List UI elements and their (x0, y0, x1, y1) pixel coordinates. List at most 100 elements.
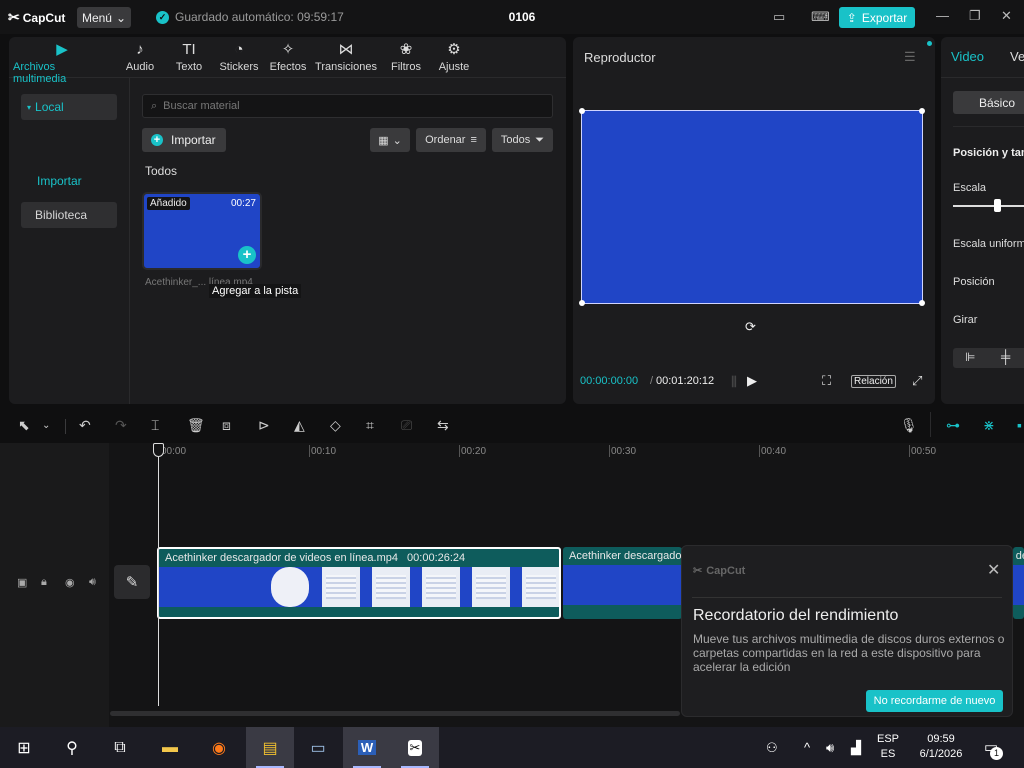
tab-adjust[interactable]: ⚙ Ajuste (435, 41, 473, 73)
fullscreen-icon[interactable]: ⤢ (912, 373, 922, 389)
restore-icon[interactable]: ❐ (969, 8, 981, 24)
clip-frame (472, 567, 510, 607)
magnet-icon[interactable]: ⋇ (983, 417, 995, 434)
file-explorer-icon[interactable]: ▬ (146, 727, 194, 768)
crop-icon[interactable]: ⌗ (366, 417, 374, 434)
system-clock[interactable]: 09:59 6/1/2026 (910, 732, 972, 762)
preview-axis-icon[interactable]: ▪ (1017, 417, 1022, 433)
close-icon[interactable]: ✕ (987, 560, 1000, 580)
hamburger-icon[interactable]: ☰ (904, 49, 916, 65)
word-icon[interactable]: W (343, 727, 391, 768)
layout-icon[interactable]: ▭ (773, 9, 785, 25)
undo-icon[interactable]: ↶ (79, 417, 91, 434)
remote-desktop-icon[interactable]: ▭ (294, 727, 342, 768)
close-window-icon[interactable]: ✕ (1001, 8, 1012, 24)
playhead[interactable] (158, 456, 159, 706)
import-button[interactable]: + Importar (142, 128, 226, 152)
people-icon[interactable]: ⚇ (766, 740, 778, 756)
divider (692, 597, 1002, 598)
dont-remind-button[interactable]: No recordarme de nuevo (866, 690, 1003, 712)
remove-bg-icon: ⎚ (401, 417, 413, 433)
cover-icon[interactable]: ▣ (17, 576, 27, 589)
filter-icon: ❀ (399, 41, 413, 58)
added-badge: Añadido (147, 197, 190, 210)
chevron-up-icon[interactable]: ^ (804, 740, 810, 755)
split-icon[interactable]: ⌶ (151, 417, 159, 434)
eye-icon[interactable]: ◉ (65, 576, 75, 589)
speaker-icon[interactable]: 🔊︎ (89, 576, 96, 589)
video-preview[interactable] (579, 108, 925, 306)
align-center-icon[interactable]: ╪ (1001, 349, 1010, 364)
capcut-taskbar-icon[interactable]: ✂ (391, 727, 439, 768)
reverse-icon[interactable]: ⊳ (258, 417, 270, 434)
rotate-icon[interactable]: ⟳ (745, 319, 756, 335)
fit-icon[interactable]: ⛶ (822, 373, 831, 389)
mirror-icon[interactable]: ◭ (294, 417, 305, 434)
view-mode-button[interactable]: ▦ ⌄ (370, 128, 410, 152)
add-to-track-icon[interactable]: + (238, 246, 256, 264)
upload-icon: ⇪ (846, 10, 857, 25)
align-left-icon[interactable]: ⊫ (965, 350, 975, 364)
sidebar-item-local[interactable]: ▾ Local (21, 94, 117, 120)
sidebar-item-import[interactable]: Importar (23, 168, 119, 194)
export-button[interactable]: ⇪ Exportar (839, 7, 915, 28)
microphone-icon[interactable]: 🎙 (900, 417, 918, 434)
volume-icon[interactable]: 🔊︎ (826, 740, 834, 756)
ruler-label: 00:00 (161, 446, 187, 457)
tab-effects[interactable]: ✧ Efectos (267, 41, 309, 73)
sidebar-item-library[interactable]: Biblioteca (21, 202, 117, 228)
timeline-scrollbar[interactable] (110, 711, 680, 716)
media-sidebar: ▾ Local Importar Biblioteca (9, 78, 130, 404)
clip-title: r de (1013, 550, 1024, 562)
lock-icon[interactable]: 🔒︎ (41, 576, 47, 589)
filter-button[interactable]: Todos ⏷ (492, 128, 553, 152)
minimize-icon[interactable]: — (936, 8, 949, 23)
freeze-icon[interactable]: ⧈ (222, 417, 231, 434)
resize-handle[interactable] (919, 108, 925, 114)
input-language[interactable]: ESP ES (876, 732, 900, 762)
status-dot (927, 41, 932, 46)
play-icon[interactable]: ▶ (747, 373, 757, 389)
timeline-clip[interactable]: r de (1013, 547, 1024, 619)
firefox-icon[interactable]: ◉ (195, 727, 243, 768)
project-name[interactable]: 0106 (490, 10, 554, 24)
tab-stickers[interactable]: ◔ Stickers (216, 41, 262, 73)
windows-start-icon[interactable]: ⊞ (0, 727, 48, 768)
select-cursor-icon[interactable]: ⬉ (18, 417, 30, 434)
delete-icon[interactable]: 🗑 (187, 417, 205, 434)
edit-cover-button[interactable]: ✎ (114, 565, 150, 599)
tab-audio[interactable]: ♪ Audio (120, 41, 160, 73)
tab-filters[interactable]: ❀ Filtros (387, 41, 425, 73)
scale-slider-handle[interactable] (994, 199, 1001, 212)
brand-name: CapCut (706, 564, 746, 577)
tab-speed[interactable]: Ve (1010, 49, 1024, 64)
menu-button[interactable]: Menú ⌄ (77, 7, 131, 28)
keyboard-icon[interactable]: ⌨ (811, 9, 830, 25)
app-icon[interactable]: ▤ (246, 727, 294, 768)
menu-label: Menú (81, 10, 112, 25)
link-icon[interactable]: ⊶ (946, 417, 960, 434)
timeline-clip[interactable]: Acethinker descargador de (563, 547, 682, 619)
sort-button[interactable]: Ordenar ≡ (416, 128, 486, 152)
network-icon[interactable]: ▟ (851, 740, 861, 756)
search-icon[interactable]: ⚲ (48, 727, 96, 768)
playhead-handle[interactable] (153, 443, 164, 457)
tab-video[interactable]: Video (951, 49, 984, 64)
search-input[interactable]: ⌕ Buscar material (142, 94, 553, 118)
resize-handle[interactable] (579, 300, 585, 306)
replace-icon[interactable]: ⇆ (437, 417, 449, 434)
autosave-text: Guardado automático: 09:59:17 (175, 10, 344, 24)
timeline-clip[interactable]: Acethinker descargador de videos en líne… (157, 547, 561, 619)
media-thumbnail[interactable]: Añadido 00:27 + (142, 192, 262, 270)
task-view-icon[interactable]: ⧉ (96, 727, 144, 768)
scale-slider[interactable] (953, 205, 1024, 207)
ratio-button[interactable]: Relación (851, 375, 896, 388)
resize-handle[interactable] (579, 108, 585, 114)
rotate-clip-icon[interactable]: ◇ (330, 417, 341, 434)
resize-handle[interactable] (919, 300, 925, 306)
tab-transitions[interactable]: ⋈ Transiciones (315, 41, 377, 73)
clip-title: Acethinker descargador de (569, 550, 682, 562)
chevron-down-icon[interactable]: ⌄ (42, 420, 50, 431)
basic-tab-button[interactable]: Básico (953, 91, 1024, 114)
tab-text[interactable]: TI Texto (169, 41, 209, 73)
